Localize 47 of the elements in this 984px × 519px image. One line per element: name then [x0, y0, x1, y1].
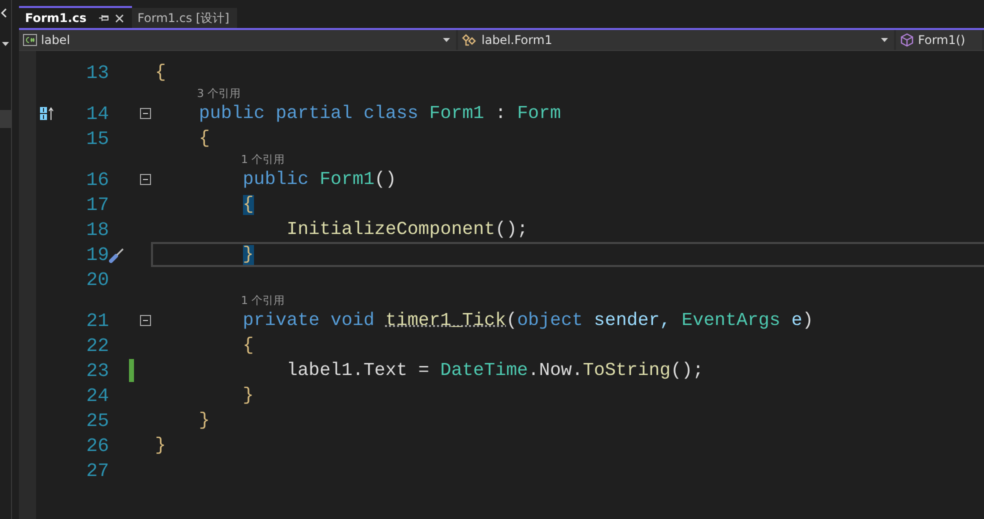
csharp-file-icon — [23, 34, 37, 46]
chevron-left-icon[interactable] — [0, 8, 7, 18]
code-line: { — [155, 62, 166, 82]
class-icon — [462, 33, 478, 47]
line-number: 17 — [85, 194, 109, 216]
code-line: label1.Text = DateTime.Now.ToString(); — [286, 360, 704, 380]
collapse-icon[interactable] — [140, 174, 151, 185]
screwdriver-icon — [109, 246, 125, 262]
line-number: 21 — [85, 310, 109, 332]
line-number: 15 — [85, 128, 109, 150]
navigation-dropdown[interactable]: label.Form1 — [458, 30, 894, 50]
line-number: 19 — [85, 244, 109, 266]
caret-icon — [442, 38, 450, 42]
line-number: 16 — [85, 168, 109, 190]
code-line: public partial class Form1 : Form — [198, 104, 561, 124]
line-number: 14 — [85, 102, 109, 124]
collapse-icon[interactable] — [140, 315, 151, 326]
line-number: 22 — [85, 334, 109, 356]
line-number: 13 — [85, 62, 109, 84]
navigation-dropdown[interactable]: Form1() — [896, 30, 982, 50]
code-line: InitializeComponent(); — [286, 220, 528, 240]
reference-count[interactable]: 1 个引用 — [241, 292, 284, 308]
navigation-dropdown[interactable]: label — [19, 30, 456, 50]
code-line: } — [198, 410, 210, 430]
line-number: 25 — [85, 410, 109, 432]
line-number: 18 — [85, 218, 109, 240]
file-tab[interactable]: Form1.cs [设计] — [132, 8, 238, 28]
line-number: 23 — [85, 360, 109, 382]
line-number: 27 — [85, 460, 109, 482]
code-line: { — [242, 336, 254, 356]
reference-count[interactable]: 1 个引用 — [241, 152, 284, 166]
code-line: public Form1() — [242, 170, 396, 190]
code-line: } — [155, 436, 166, 456]
reference-count[interactable]: 3 个引用 — [197, 86, 240, 100]
code-line: private void timer1_Tick(object sender, EventArgs e) — [242, 310, 814, 330]
caret-icon[interactable] — [2, 42, 9, 46]
line-number: 20 — [85, 268, 109, 290]
io-arrow-icon — [40, 106, 54, 120]
code-line: { — [198, 128, 210, 148]
pin-icon[interactable] — [98, 14, 109, 22]
line-number: 26 — [85, 434, 109, 456]
caret-icon — [881, 38, 888, 42]
line-number: 24 — [85, 384, 109, 406]
collapse-icon[interactable] — [140, 108, 151, 119]
cube-icon — [900, 33, 914, 47]
close-icon[interactable] — [114, 14, 124, 22]
code-line: } — [242, 386, 254, 406]
